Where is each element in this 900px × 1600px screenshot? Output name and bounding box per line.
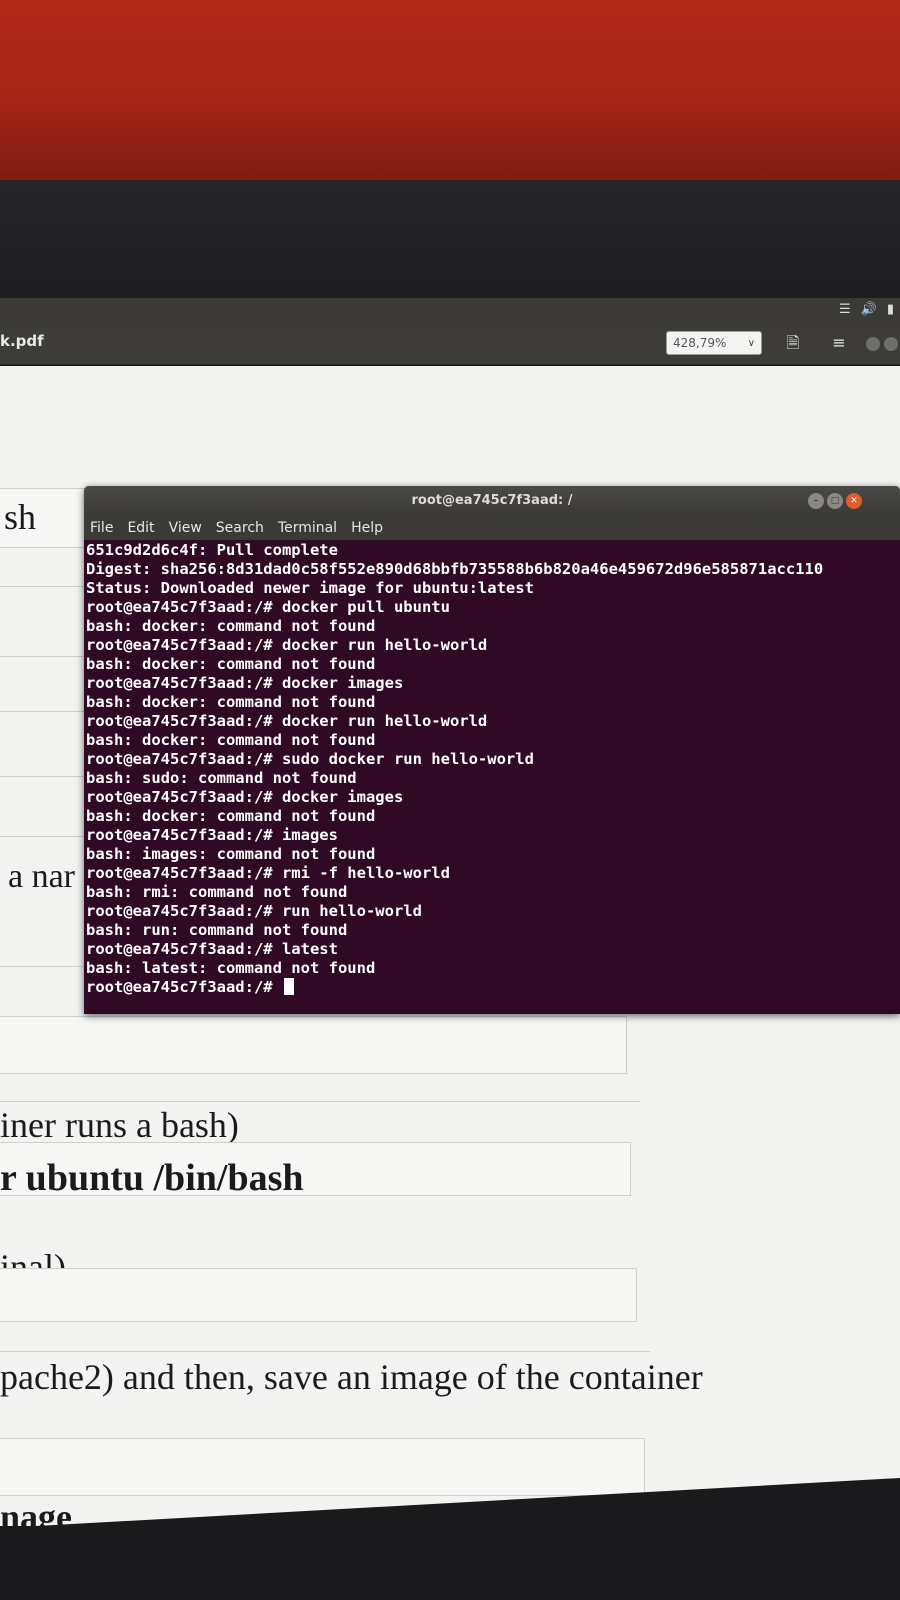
menu-file[interactable]: File (90, 520, 113, 536)
maximize-icon[interactable]: □ (827, 493, 843, 509)
menu-edit[interactable]: Edit (127, 520, 154, 536)
document-viewer-header: k.pdf 428,79% ∨ 🗎 ≡ (0, 322, 900, 365)
minimize-icon[interactable]: – (808, 493, 824, 509)
terminal-prompt: root@ea745c7f3aad:/# (86, 978, 282, 996)
terminal-line: bash: sudo: command not found (86, 769, 357, 787)
terminal-line: bash: docker: command not found (86, 617, 376, 635)
hamburger-menu-icon[interactable]: ≡ (826, 330, 852, 356)
terminal-line: root@ea745c7f3aad:/# latest (86, 940, 338, 958)
chevron-down-icon: ∨ (747, 337, 755, 349)
terminal-line: root@ea745c7f3aad:/# sudo docker run hel… (86, 750, 534, 768)
volume-icon[interactable]: 🔊 (861, 302, 877, 317)
terminal-line: root@ea745c7f3aad:/# docker images (86, 788, 404, 806)
menu-search[interactable]: Search (216, 520, 264, 536)
terminal-line: Digest: sha256:8d31dad0c58f552e890d68bbf… (86, 560, 824, 578)
terminal-line: root@ea745c7f3aad:/# docker run hello-wo… (86, 712, 488, 730)
terminal-line: root@ea745c7f3aad:/# docker pull ubuntu (86, 598, 450, 616)
close-icon[interactable]: ✕ (846, 493, 862, 509)
network-icon[interactable]: ☰ (839, 302, 851, 317)
battery-icon[interactable]: ▮ (887, 302, 894, 317)
pdf-text-fragment: pache2) and then, save an image of the c… (0, 1357, 703, 1397)
terminal-line: 651c9d2d6c4f: Pull complete (86, 541, 338, 559)
pdf-input-box (0, 1268, 637, 1322)
zoom-select[interactable]: 428,79% ∨ (666, 331, 762, 355)
zoom-value: 428,79% (673, 336, 727, 350)
pdf-text-fragment: a nar (8, 858, 76, 895)
pdf-text-fragment: iner runs a bash) (0, 1105, 239, 1145)
system-top-panel: ☰ 🔊 ▮ (0, 298, 900, 322)
terminal-line: root@ea745c7f3aad:/# rmi -f hello-world (86, 864, 450, 882)
terminal-prompt-line[interactable]: root@ea745c7f3aad:/# (86, 978, 898, 997)
terminal-line: bash: latest: command not found (86, 959, 376, 977)
terminal-line: root@ea745c7f3aad:/# docker images (86, 674, 404, 692)
system-tray: ☰ 🔊 ▮ (839, 302, 894, 317)
desk-background (0, 0, 900, 185)
text-cursor (283, 978, 294, 995)
terminal-line: bash: rmi: command not found (86, 883, 348, 901)
terminal-line: root@ea745c7f3aad:/# docker run hello-wo… (86, 636, 488, 654)
terminal-menubar: File Edit View Search Terminal Help (84, 516, 900, 540)
screen: ☰ 🔊 ▮ k.pdf 428,79% ∨ 🗎 ≡ sh a nar iner … (0, 298, 900, 1600)
terminal-title: root@ea745c7f3aad: / (411, 493, 573, 508)
pdf-text-fragment: sh (4, 497, 37, 537)
terminal-line: bash: docker: command not found (86, 693, 376, 711)
window-minimize-button[interactable] (866, 337, 880, 351)
terminal-line: bash: run: command not found (86, 921, 348, 939)
terminal-line: root@ea745c7f3aad:/# run hello-world (86, 902, 422, 920)
menu-view[interactable]: View (169, 520, 202, 536)
terminal-output[interactable]: 651c9d2d6c4f: Pull complete Digest: sha2… (86, 541, 898, 1011)
pdf-divider (0, 1351, 650, 1352)
terminal-window[interactable]: root@ea745c7f3aad: / – □ ✕ File Edit Vie… (84, 486, 900, 1014)
pdf-text-fragment: r ubuntu /bin/bash (0, 1157, 304, 1199)
terminal-line: bash: docker: command not found (86, 655, 376, 673)
pdf-input-box (0, 1016, 627, 1074)
monitor-bezel (0, 180, 900, 300)
terminal-line: bash: images: command not found (86, 845, 376, 863)
terminal-line: root@ea745c7f3aad:/# images (86, 826, 338, 844)
bookmark-icon[interactable]: 🗎 (780, 330, 806, 356)
window-maximize-button[interactable] (884, 337, 898, 351)
terminal-titlebar[interactable]: root@ea745c7f3aad: / – □ ✕ (84, 486, 900, 516)
menu-terminal[interactable]: Terminal (278, 520, 337, 536)
pdf-divider (0, 1101, 640, 1102)
terminal-line: Status: Downloaded newer image for ubunt… (86, 579, 534, 597)
pdf-input-box (0, 1438, 645, 1496)
terminal-line: bash: docker: command not found (86, 807, 376, 825)
terminal-line: bash: docker: command not found (86, 731, 376, 749)
document-title: k.pdf (0, 332, 44, 350)
menu-help[interactable]: Help (351, 520, 383, 536)
